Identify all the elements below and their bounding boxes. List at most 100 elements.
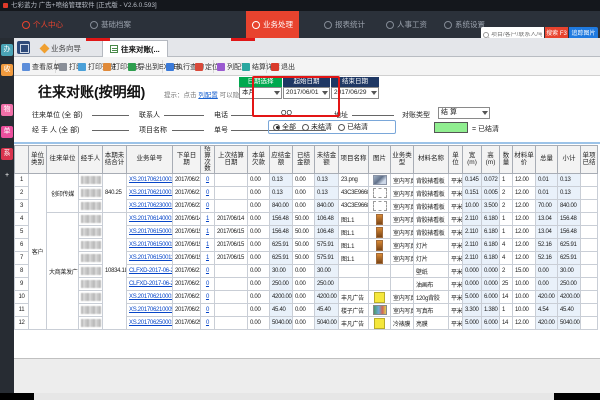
column-header-last_date: 上次结算日期 <box>215 146 248 174</box>
cell-owed: 0.00 <box>248 174 270 187</box>
settle-times-link[interactable]: 0 <box>206 320 209 326</box>
toolbar: 查看原单打印打印预览打印样式导出到EXCEL执行查询定位列配置结算详情退出 <box>14 57 600 76</box>
project-input[interactable] <box>172 121 204 131</box>
order-number-link[interactable]: CLFXD-2017-06-2 <box>129 281 173 287</box>
settle-times-link[interactable]: 0 <box>206 190 209 196</box>
toolbar-button-icon <box>78 63 86 71</box>
cell-owed: 0.00 <box>248 291 270 304</box>
order-number-link[interactable]: XS.201706140001 <box>129 216 173 222</box>
sidebar-shortcut-4[interactable]: 单 <box>1 126 13 138</box>
settle-times-link[interactable]: 0 <box>206 268 209 274</box>
handler-input[interactable] <box>92 121 129 131</box>
radio-all[interactable]: 全部 <box>273 122 296 132</box>
settle-times-link[interactable]: 0 <box>206 203 209 209</box>
nav-item-3[interactable]: 业务处理 <box>246 11 299 38</box>
sidebar-shortcut-6[interactable]: + <box>1 170 13 182</box>
column-header-biz: 业务类型 <box>391 146 414 174</box>
tab-1[interactable]: 业务向导 <box>34 40 88 57</box>
sidebar-shortcut-1[interactable]: 办 <box>1 44 13 56</box>
cell-order: XS.201706210002 <box>127 174 173 187</box>
image-thumbnail[interactable] <box>376 253 383 264</box>
column-header-price: 材料单价 <box>513 146 536 174</box>
cell-w: 2.110 <box>463 226 482 239</box>
order-number-link[interactable]: XS.201706210001 <box>129 190 173 196</box>
cell-last_date <box>215 174 248 187</box>
table-row: 9CLFXD-2017-06-22017/06/2100.00250.000.0… <box>15 278 599 291</box>
cell-handler <box>79 187 103 200</box>
nav-item-1[interactable]: 个人中心 <box>16 11 69 38</box>
cell-item_owed <box>598 213 599 226</box>
toolbar-button-10[interactable]: 退出 <box>271 57 295 76</box>
settle-times-link[interactable]: 1 <box>206 229 209 235</box>
nav-item-5[interactable]: 人事工资 <box>380 11 433 38</box>
image-thumbnail[interactable] <box>374 318 385 329</box>
cell-material: 背胶裱看板 <box>414 226 449 239</box>
nav-item-2[interactable]: 基础档案 <box>84 11 137 38</box>
cell-h: 6.180 <box>482 226 500 239</box>
cell-project <box>339 265 369 278</box>
sidebar-shortcut-2[interactable]: 收 <box>1 64 13 76</box>
image-thumbnail[interactable] <box>373 175 387 185</box>
cell-last_date: 2017/06/15 <box>215 226 248 239</box>
toolbar-button-7[interactable]: 定位 <box>195 57 219 76</box>
cell-due: 625.91 <box>270 239 293 252</box>
tab-icon <box>40 44 50 54</box>
settle-times-link[interactable]: 0 <box>206 307 209 313</box>
address-input[interactable] <box>352 106 394 116</box>
order-number-link[interactable]: XS.201706150001 <box>129 229 173 235</box>
order-number-link[interactable]: XS.201706150002 <box>129 242 173 248</box>
cell-price: 10.00 <box>513 291 536 304</box>
cell-n: 11 <box>15 304 29 317</box>
order-number-link[interactable]: XS.201706210001 <box>129 294 173 300</box>
cell-w: 0.151 <box>463 187 482 200</box>
tab-2[interactable]: 往来对账(... <box>102 40 168 57</box>
column-config-link[interactable]: 列配置 <box>198 92 218 99</box>
search-input[interactable] <box>491 32 542 38</box>
sidebar-shortcut-5[interactable]: 系 <box>1 148 13 160</box>
cell-times: 0 <box>201 265 215 278</box>
home-tab-icon[interactable] <box>17 41 30 54</box>
cell-pic <box>369 213 391 226</box>
order-number-link[interactable]: XS.201706250001 <box>129 320 173 326</box>
radio-unsettled[interactable]: 未结清 <box>302 122 332 132</box>
order-number-link[interactable]: XS.201706230001 <box>129 203 173 209</box>
cell-item_owed <box>598 252 599 265</box>
cell-project: 图1.1 <box>339 213 369 226</box>
image-thumbnail[interactable] <box>373 201 387 211</box>
order-number-link[interactable]: XS.201706150012 <box>129 255 173 261</box>
cell-item_settled <box>581 239 598 252</box>
cell-item_settled <box>581 200 598 213</box>
settle-times-link[interactable]: 0 <box>206 294 209 300</box>
settle-times-link[interactable]: 0 <box>206 177 209 183</box>
image-thumbnail[interactable] <box>373 188 387 198</box>
settle-times-link[interactable]: 1 <box>206 216 209 222</box>
image-thumbnail[interactable] <box>374 292 385 303</box>
recon-type-dropdown[interactable]: 结 算 <box>438 107 490 119</box>
settle-times-link[interactable]: 0 <box>206 281 209 287</box>
radio-settled[interactable]: 已结清 <box>338 122 368 132</box>
sidebar-shortcut-3[interactable]: 物 <box>1 104 13 116</box>
cell-date: 2017/06/21 <box>173 278 201 291</box>
cell-due: 30.00 <box>270 265 293 278</box>
image-thumbnail[interactable] <box>376 240 383 251</box>
order-number-link[interactable]: CLFXD-2017-06-2 <box>129 268 173 274</box>
order-number-link[interactable]: XS.201706210005 <box>129 307 173 313</box>
cell-qty: 14 <box>500 291 513 304</box>
nav-icon <box>252 21 260 29</box>
column-header-unit_type: 单位类别 <box>29 146 47 174</box>
partner-input[interactable] <box>92 106 129 116</box>
settle-times-link[interactable]: 1 <box>206 255 209 261</box>
toolbar-button-1[interactable]: 查看原单 <box>22 57 60 76</box>
image-thumbnail[interactable] <box>376 227 383 238</box>
cell-date: 2017/06/15 <box>173 239 201 252</box>
order-number-link[interactable]: XS.201706210002 <box>129 177 173 183</box>
nav-item-4[interactable]: 报表统计 <box>318 11 371 38</box>
radio-icon <box>273 124 280 131</box>
image-thumbnail[interactable] <box>376 214 383 225</box>
cell-times: 0 <box>201 200 215 213</box>
image-thumbnail[interactable] <box>373 305 387 315</box>
contact-input[interactable] <box>164 106 204 116</box>
settle-times-link[interactable]: 1 <box>206 242 209 248</box>
cell-project: 43C3E96682 <box>339 187 369 200</box>
cell-qty: 4 <box>500 252 513 265</box>
